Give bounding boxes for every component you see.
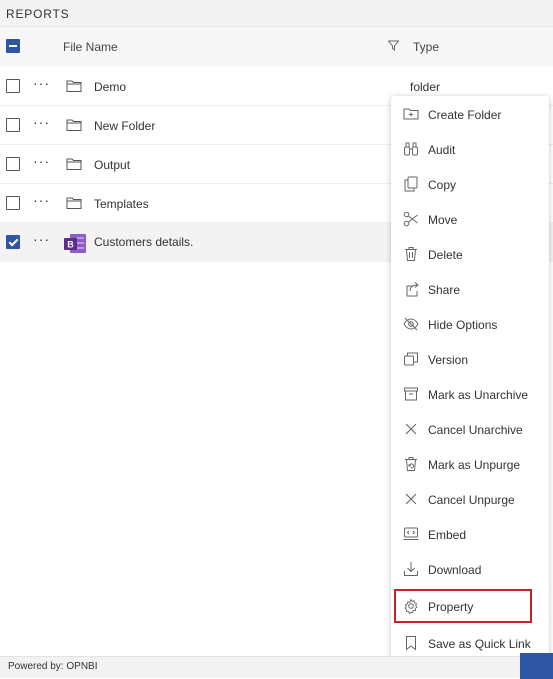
menu-item-label: Hide Options [428,318,498,332]
menu-item-download[interactable]: Download [397,553,543,584]
folder-icon [66,79,82,93]
file-name[interactable]: Customers details. [94,235,193,249]
file-name[interactable]: New Folder [94,119,155,133]
menu-item-create-folder[interactable]: Create Folder [397,98,543,129]
menu-item-version[interactable]: Version [397,343,543,374]
menu-item-label: Mark as Unpurge [428,458,521,472]
copy-icon [403,176,419,192]
file-name[interactable]: Templates [94,197,149,211]
menu-item-cancel-unpurge[interactable]: Cancel Unpurge [397,483,543,514]
menu-item-label: Cancel Unarchive [428,423,523,437]
trash-icon [403,246,419,262]
row-more-options-icon[interactable]: ··· [33,75,50,91]
menu-item-hide-options[interactable]: Hide Options [397,308,543,339]
menu-item-label: Save as Quick Link [428,637,531,651]
row-checkbox[interactable] [6,79,20,93]
menu-item-label: Cancel Unpurge [428,493,515,507]
row-checkbox[interactable] [6,157,20,171]
svg-text:B: B [67,240,74,250]
version-icon [403,351,419,367]
row-more-options-icon[interactable]: ··· [33,153,50,169]
menu-item-label: Copy [428,178,457,192]
menu-item-move[interactable]: Move [397,203,543,234]
page-title: REPORTS [6,7,70,21]
menu-item-label: Mark as Unarchive [428,388,529,402]
file-type: folder [410,80,441,94]
menu-item-mark-as-unarchive[interactable]: Mark as Unarchive [397,378,543,409]
row-more-options-icon[interactable]: ··· [33,192,50,208]
table-header: File Name Type [0,27,553,67]
menu-item-label: Download [428,563,482,577]
select-all-checkbox[interactable] [6,39,20,53]
menu-item-label: Share [428,283,461,297]
menu-item-label: Embed [428,528,467,542]
file-name[interactable]: Demo [94,80,126,94]
gear-icon [403,598,419,614]
menu-item-label: Audit [428,143,456,157]
archive-icon [403,386,419,402]
menu-item-copy[interactable]: Copy [397,168,543,199]
report-file-icon: B [64,233,87,254]
menu-item-share[interactable]: Share [397,273,543,304]
column-header-type[interactable]: Type [413,40,439,54]
row-checkbox[interactable] [6,235,20,249]
row-checkbox[interactable] [6,196,20,210]
menu-item-label: Delete [428,248,463,262]
folder-icon [66,118,82,132]
bookmark-icon [403,635,419,651]
share-icon [403,281,419,297]
filter-icon[interactable] [388,40,399,51]
close-icon [403,421,419,437]
reports-title-bar: REPORTS [0,0,553,27]
menu-item-delete[interactable]: Delete [397,238,543,269]
column-header-file-name[interactable]: File Name [63,40,118,54]
menu-item-cancel-unarchive[interactable]: Cancel Unarchive [397,413,543,444]
footer: Powered by: OPNBI [0,653,553,679]
powered-by-text: Powered by: OPNBI [8,661,98,672]
folder-icon [66,157,82,171]
file-name[interactable]: Output [94,158,130,172]
folder-icon [66,196,82,210]
menu-item-embed[interactable]: Embed [397,518,543,549]
footer-action-button[interactable] [520,653,553,679]
menu-item-label: Create Folder [428,108,502,122]
row-more-options-icon[interactable]: ··· [33,114,50,130]
menu-item-property[interactable]: Property [394,589,532,623]
eye-slash-icon [403,316,419,332]
create-folder-icon [403,106,419,122]
binoculars-icon [403,141,419,157]
close-icon [403,491,419,507]
embed-icon [403,526,419,542]
context-menu: Create Folder Audit Copy Move Delete Sha… [391,96,549,661]
row-checkbox[interactable] [6,118,20,132]
unpurge-icon [403,456,419,472]
menu-item-audit[interactable]: Audit [397,133,543,164]
menu-item-label: Move [428,213,458,227]
menu-item-label: Version [428,353,469,367]
download-icon [403,561,419,577]
scissors-icon [403,211,419,227]
row-more-options-icon[interactable]: ··· [33,231,50,247]
menu-item-mark-as-unpurge[interactable]: Mark as Unpurge [397,448,543,479]
menu-item-label: Property [428,600,474,614]
